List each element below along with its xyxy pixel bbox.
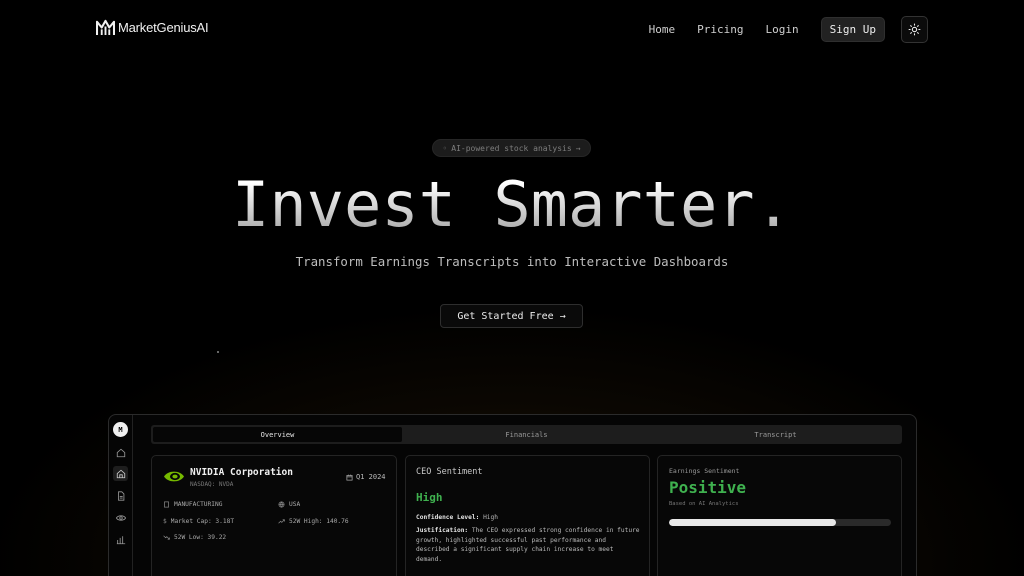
sentiment-progress-bar: [669, 519, 891, 526]
hero-subtitle: Transform Earnings Transcripts into Inte…: [295, 254, 729, 269]
sector-text: MANUFACTURING: [174, 501, 223, 508]
get-started-button[interactable]: Get Started Free →: [440, 304, 583, 328]
trend-up-icon: [278, 519, 285, 524]
high-52w-attr: 52W High: 140.76: [278, 518, 349, 525]
company-name: NVIDIA Corporation: [190, 467, 293, 478]
theme-toggle-button[interactable]: [901, 16, 928, 43]
earnings-sentiment-sub: Based on AI Analytics: [669, 501, 739, 507]
confidence-value: High: [483, 514, 498, 521]
low-52w-attr: 52W Low: 39.22: [163, 534, 226, 541]
low-52w-text: 52W Low: 39.22: [174, 534, 227, 541]
ceo-sentiment-heading: CEO Sentiment: [416, 467, 483, 477]
market-cap-attr: $ Market Cap: 3.18T: [163, 518, 234, 525]
confidence-label: Confidence Level:: [416, 514, 480, 521]
company-card: NVIDIA Corporation NASDAQ: NVDA Q1 2024 …: [151, 455, 397, 576]
calendar-icon: [346, 474, 353, 480]
hero-title: Invest Smarter.: [0, 168, 1024, 241]
justification-line: Justification: The CEO expressed strong …: [416, 526, 642, 564]
country-attr: USA: [278, 501, 300, 508]
eye-icon[interactable]: [113, 510, 128, 525]
globe-icon: [278, 501, 285, 508]
bar-chart-icon[interactable]: [113, 532, 128, 547]
logo-text: MarketGeniusAI: [118, 20, 209, 35]
nvidia-logo-icon: [164, 471, 184, 482]
tab-transcript[interactable]: Transcript: [651, 427, 900, 442]
nav-link-pricing[interactable]: Pricing: [697, 23, 743, 36]
high-52w-text: 52W High: 140.76: [289, 518, 349, 525]
justification-label: Justification:: [416, 527, 469, 534]
sentiment-progress-fill: [669, 519, 836, 526]
nav-links: Home Pricing Login Sign Up: [649, 16, 928, 43]
sparkle-icon: ◦: [442, 143, 448, 153]
ceo-sentiment-value: High: [416, 491, 443, 504]
dashboard-tabs: Overview Financials Transcript: [151, 425, 902, 444]
home-icon[interactable]: [113, 445, 128, 460]
decorative-dot: [217, 351, 219, 353]
sun-icon: [908, 23, 921, 36]
sector-attr: MANUFACTURING: [163, 501, 222, 508]
earnings-sentiment-card: Earnings Sentiment Positive Based on AI …: [657, 455, 902, 576]
trend-down-icon: [163, 535, 170, 540]
brand-logo[interactable]: MarketGeniusAI: [96, 19, 209, 36]
dashboard-logo[interactable]: M: [113, 422, 128, 437]
sign-up-button[interactable]: Sign Up: [820, 17, 885, 42]
top-nav: MarketGeniusAI Home Pricing Login Sign U…: [0, 0, 1024, 58]
building-icon: [164, 501, 169, 508]
company-ticker: NASDAQ: NVDA: [190, 481, 234, 488]
tab-financials[interactable]: Financials: [402, 427, 651, 442]
dashboard-sidebar: M: [109, 415, 133, 576]
earnings-sentiment-heading: Earnings Sentiment: [669, 467, 740, 475]
confidence-line: Confidence Level: High: [416, 513, 642, 523]
ceo-sentiment-card: CEO Sentiment High Confidence Level: Hig…: [405, 455, 650, 576]
badge-label: AI-powered stock analysis: [451, 143, 572, 153]
dashboard-preview: M Overview Financials Transcript NVIDIA …: [108, 414, 917, 576]
dollar-icon: $: [163, 518, 167, 525]
document-icon[interactable]: [113, 488, 128, 503]
arrow-right-icon: →: [575, 143, 581, 153]
nav-link-login[interactable]: Login: [766, 23, 799, 36]
country-text: USA: [289, 501, 301, 508]
arrow-right-icon: →: [559, 310, 566, 322]
quarter-label: Q1 2024: [346, 473, 386, 481]
logo-mark-icon: [96, 19, 115, 36]
tab-overview[interactable]: Overview: [153, 427, 402, 442]
market-cap-text: Market Cap: 3.18T: [170, 518, 235, 525]
company-icon[interactable]: [113, 466, 128, 481]
cta-label: Get Started Free: [457, 310, 554, 322]
ai-badge[interactable]: ◦ AI-powered stock analysis →: [432, 139, 591, 157]
nav-link-home[interactable]: Home: [649, 23, 676, 36]
earnings-sentiment-value: Positive: [669, 478, 747, 497]
quarter-text: Q1 2024: [356, 473, 386, 481]
